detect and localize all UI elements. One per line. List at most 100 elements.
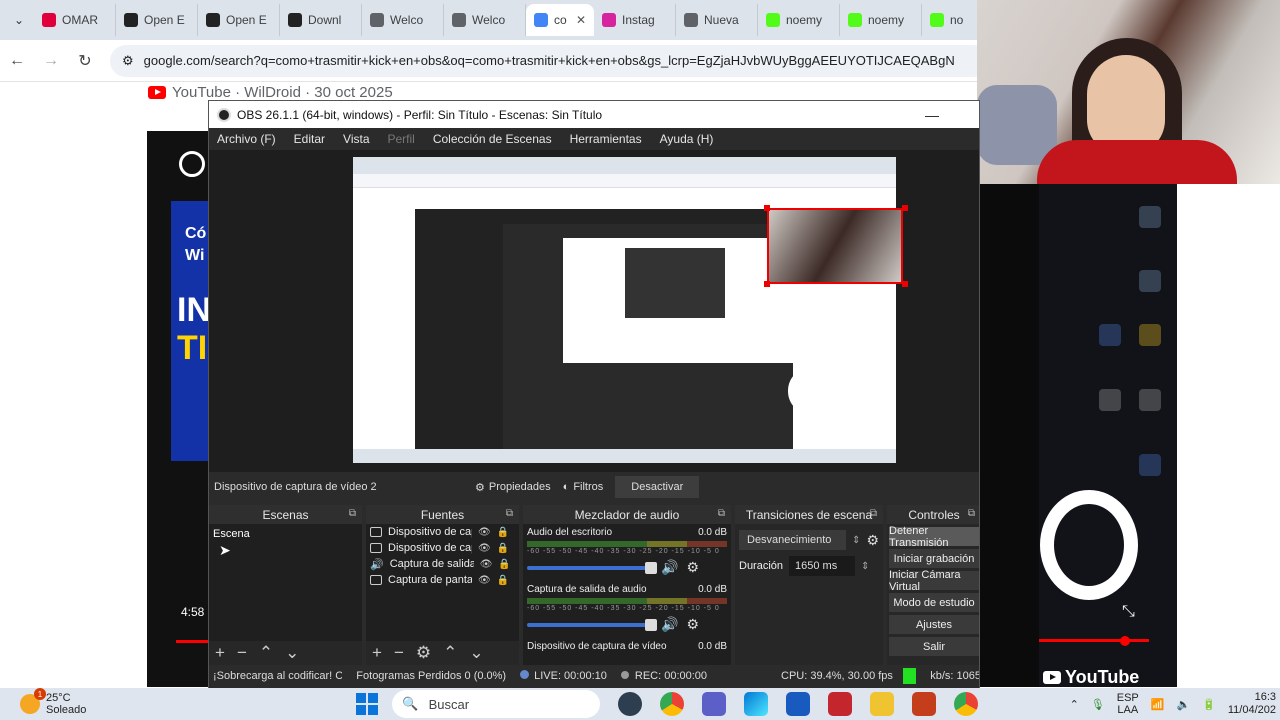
- menu-archivo[interactable]: Archivo (F): [217, 132, 276, 146]
- obs-preview-area[interactable]: [209, 150, 979, 472]
- minimize-button[interactable]: —: [925, 107, 939, 123]
- battery-icon[interactable]: 🔋: [1202, 698, 1216, 711]
- menu-ayuda[interactable]: Ayuda (H): [660, 132, 714, 146]
- visibility-eye-icon[interactable]: 👁: [478, 527, 491, 538]
- lock-icon[interactable]: 🔒: [497, 575, 509, 586]
- app-taskbar-icon[interactable]: [828, 692, 853, 716]
- visibility-eye-icon[interactable]: 👁: [478, 543, 491, 554]
- transition-settings-icon[interactable]: ⚙: [866, 532, 879, 549]
- obs-title-bar[interactable]: OBS 26.1.1 (64-bit, windows) - Perfil: S…: [209, 101, 979, 128]
- browser-tab[interactable]: Instag: [594, 4, 676, 36]
- mute-speaker-icon[interactable]: 🔊: [661, 559, 678, 576]
- select-arrows-icon[interactable]: ⇕: [852, 535, 860, 546]
- menu-perfil[interactable]: Perfil: [388, 132, 415, 146]
- reload-icon[interactable]: ↻: [68, 51, 102, 71]
- resize-handle[interactable]: [902, 205, 908, 211]
- undock-icon[interactable]: ⧉: [506, 508, 513, 519]
- move-down-icon[interactable]: ⌄: [469, 643, 483, 663]
- browser-tab[interactable]: Open E: [116, 4, 198, 36]
- address-bar[interactable]: ⚙ google.com/search?q=como+trasmitir+kic…: [110, 44, 990, 77]
- remove-source-icon[interactable]: −: [394, 643, 404, 663]
- add-scene-icon[interactable]: +: [215, 643, 225, 663]
- volume-slider[interactable]: [527, 618, 657, 631]
- undock-icon[interactable]: ⧉: [968, 508, 975, 519]
- preview-webcam-source[interactable]: [767, 208, 903, 284]
- resize-handle[interactable]: [902, 281, 908, 287]
- tab-search-icon[interactable]: ⌄: [4, 5, 34, 35]
- expand-icon[interactable]: ⤡: [1122, 603, 1135, 621]
- browser-tab[interactable]: Welco: [362, 4, 444, 36]
- visibility-eye-icon[interactable]: 👁: [480, 559, 493, 570]
- browser-tab[interactable]: Open E: [198, 4, 280, 36]
- volume-slider-knob[interactable]: [645, 561, 657, 574]
- menu-herramientas[interactable]: Herramientas: [570, 132, 642, 146]
- exit-button[interactable]: Salir: [889, 637, 979, 656]
- video-progress[interactable]: [176, 640, 210, 643]
- browser-tab[interactable]: noemy: [840, 4, 922, 36]
- lock-icon[interactable]: 🔒: [498, 559, 510, 570]
- language-indicator[interactable]: ESP LAA: [1117, 692, 1139, 716]
- chrome-profile-taskbar-icon[interactable]: [954, 692, 979, 716]
- microphone-icon[interactable]: 🎙: [1091, 698, 1105, 711]
- copilot-taskbar-icon[interactable]: [744, 692, 769, 716]
- wifi-icon[interactable]: 📶: [1151, 698, 1165, 711]
- source-item[interactable]: Captura de pantal 👁 🔒: [366, 572, 519, 588]
- channel-settings-icon[interactable]: ⚙: [686, 616, 699, 633]
- move-down-icon[interactable]: ⌄: [285, 643, 299, 663]
- resize-handle[interactable]: [764, 281, 770, 287]
- menu-coleccion-escenas[interactable]: Colección de Escenas: [433, 132, 552, 146]
- studio-mode-button[interactable]: Modo de estudio: [889, 593, 979, 612]
- add-source-icon[interactable]: +: [372, 643, 382, 663]
- browser-tab[interactable]: co ✕: [526, 4, 594, 36]
- undock-icon[interactable]: ⧉: [870, 508, 877, 519]
- undock-icon[interactable]: ⧉: [718, 508, 725, 519]
- lock-icon[interactable]: 🔒: [497, 543, 509, 554]
- browser-tab[interactable]: OMAR: [34, 4, 116, 36]
- volume-slider-knob[interactable]: [645, 618, 657, 631]
- mute-speaker-icon[interactable]: 🔊: [661, 616, 678, 633]
- start-recording-button[interactable]: Iniciar grabación: [889, 549, 979, 568]
- clock[interactable]: 16:3 11/04/202: [1228, 691, 1276, 717]
- undock-icon[interactable]: ⧉: [349, 508, 356, 519]
- settings-button[interactable]: Ajustes: [889, 615, 979, 634]
- file-explorer-taskbar-icon[interactable]: [870, 692, 895, 716]
- browser-tab[interactable]: noemy: [758, 4, 840, 36]
- visibility-eye-icon[interactable]: 👁: [478, 575, 491, 586]
- resize-handle[interactable]: [764, 205, 770, 211]
- duration-stepper-icon[interactable]: ⇕: [861, 561, 869, 572]
- deactivate-button[interactable]: Desactivar: [615, 476, 700, 498]
- lock-icon[interactable]: 🔒: [497, 527, 509, 538]
- forward-icon[interactable]: →: [34, 52, 68, 70]
- transition-select[interactable]: Desvanecimiento: [739, 530, 847, 550]
- tab-close-icon[interactable]: ✕: [576, 13, 586, 27]
- browser-tab[interactable]: Nueva: [676, 4, 758, 36]
- move-up-icon[interactable]: ⌃: [443, 643, 457, 663]
- youtube-brand[interactable]: YouTube: [1043, 667, 1139, 688]
- site-info-icon[interactable]: ⚙: [122, 53, 134, 69]
- search-result-source[interactable]: YouTube · WilDroid · 30 oct 2025: [148, 84, 393, 101]
- scene-item[interactable]: Escena: [209, 524, 362, 544]
- weather-widget[interactable]: 1 25°C Soleado: [20, 688, 86, 716]
- remove-scene-icon[interactable]: −: [237, 643, 247, 663]
- word-taskbar-icon[interactable]: [786, 692, 811, 716]
- teams-taskbar-icon[interactable]: [702, 692, 727, 716]
- duration-input[interactable]: 1650 ms: [789, 556, 856, 576]
- properties-button[interactable]: ⚙ Propiedades: [469, 477, 557, 497]
- menu-editar[interactable]: Editar: [294, 132, 325, 146]
- source-item[interactable]: Dispositivo de cap 👁 🔒: [366, 540, 519, 556]
- source-item[interactable]: 🔊 Captura de salida 👁 🔒: [366, 556, 519, 572]
- video-progress-knob[interactable]: [1120, 636, 1130, 646]
- channel-settings-icon[interactable]: ⚙: [686, 559, 699, 576]
- back-icon[interactable]: ←: [0, 52, 34, 70]
- volume-icon[interactable]: 🔈: [1176, 698, 1190, 711]
- volume-slider[interactable]: [527, 561, 657, 574]
- stop-streaming-button[interactable]: Detener Transmisión: [889, 525, 979, 549]
- move-up-icon[interactable]: ⌃: [259, 643, 273, 663]
- show-hidden-icons-icon[interactable]: ⌃: [1070, 698, 1079, 711]
- chrome-taskbar-icon[interactable]: [660, 692, 685, 716]
- menu-vista[interactable]: Vista: [343, 132, 369, 146]
- powerpoint-taskbar-icon[interactable]: [912, 692, 937, 716]
- obs-preview-canvas[interactable]: [353, 157, 896, 463]
- obs-taskbar-icon[interactable]: [618, 692, 643, 716]
- source-item[interactable]: Dispositivo de cap 👁 🔒: [366, 524, 519, 540]
